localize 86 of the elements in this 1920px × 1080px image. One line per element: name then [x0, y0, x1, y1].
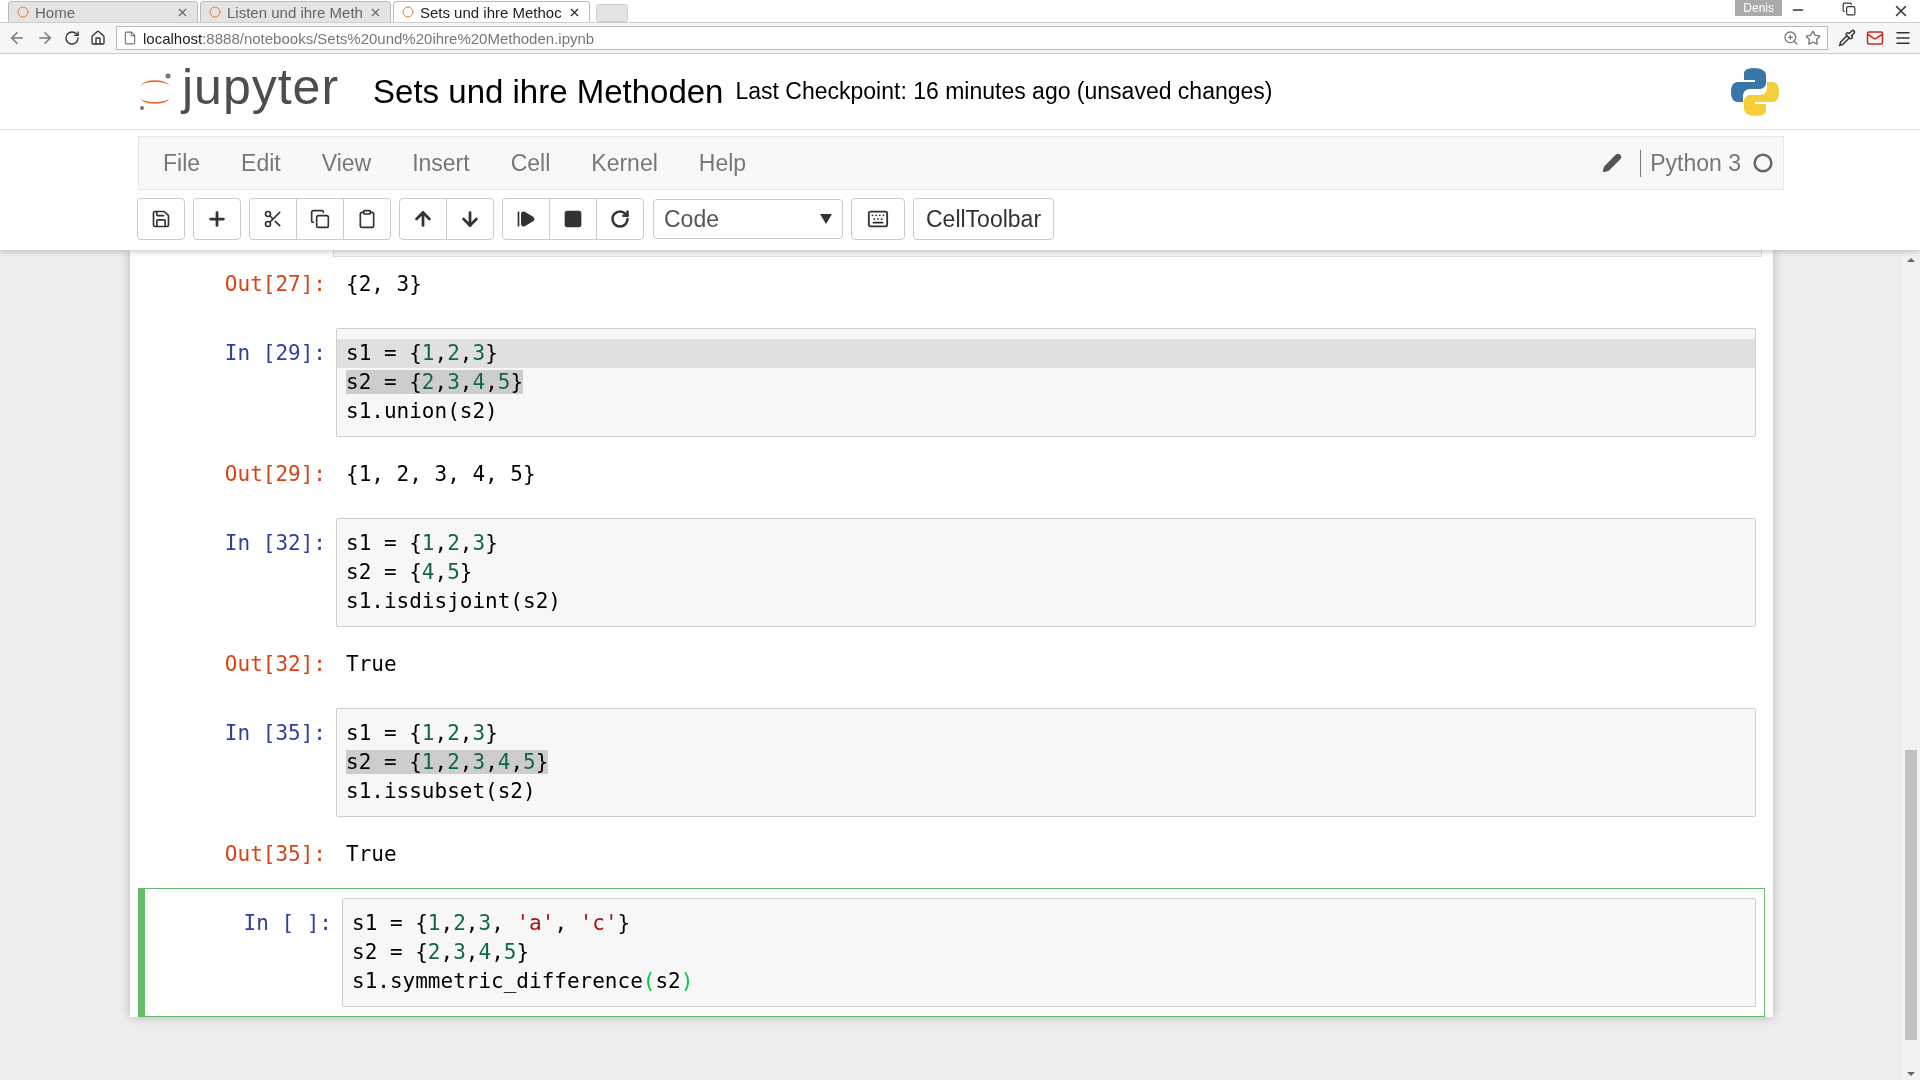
mail-icon[interactable]	[1866, 29, 1884, 47]
input-prompt: In [35]:	[223, 720, 327, 747]
checkpoint-status: Last Checkpoint: 16 minutes ago (unsaved changes)	[735, 78, 1273, 105]
code-text: s1.issubset(s2)	[346, 779, 536, 803]
restart-button[interactable]	[596, 198, 644, 240]
zoom-icon[interactable]	[1783, 30, 1799, 46]
code-editor[interactable]: s1 = {1,2,3} s2 = {4,5} s1.isdisjoint(s2)	[336, 518, 1756, 627]
pencil-icon[interactable]	[1602, 153, 1623, 173]
input-prompt: In [29]:	[223, 340, 327, 367]
menu-item[interactable]: Insert	[398, 149, 497, 177]
star-icon[interactable]	[1805, 30, 1821, 46]
code-text: s2 = {2,3,4,5}	[352, 940, 530, 964]
code-text: s1.symmetric_difference(s2)	[352, 969, 694, 993]
code-editor[interactable]: s1 = {1,2,3} s2 = {1,2,3,4,5} s1.issubset(s2)	[336, 708, 1756, 817]
copy-icon	[310, 209, 330, 229]
paste-icon	[357, 209, 377, 229]
copy-button[interactable]	[296, 198, 344, 240]
forward-icon[interactable]	[36, 29, 54, 47]
step-forward-icon	[516, 209, 536, 229]
code-cell[interactable]: In [29]: s1 = {1,2,3} s2 = {2,3,4,5} s1.union(s2)	[138, 318, 1765, 447]
kernel-name: Python 3	[1640, 149, 1741, 177]
menu-item[interactable]: View	[307, 149, 399, 177]
reload-icon[interactable]	[64, 30, 80, 46]
stop-icon	[563, 209, 583, 229]
menu-item[interactable]: Help	[684, 149, 774, 177]
browser-tab[interactable]: Sets und ihre Methoc	[392, 1, 590, 22]
jupyter-logo-text: jupyter	[182, 57, 340, 116]
output-text: True	[345, 841, 397, 868]
scissors-icon	[263, 209, 283, 229]
code-text: s1 = {1,2,3, 'a', 'c'}	[352, 911, 631, 935]
spinner-icon	[17, 6, 29, 18]
code-cell[interactable]: In [35]: s1 = {1,2,3} s2 = {1,2,3,4,5} s1.issubset(s2)	[138, 698, 1765, 827]
restart-icon	[610, 209, 630, 229]
browser-tab[interactable]: Listen und ihre Meth	[200, 1, 391, 22]
input-prompt: In [ ]:	[242, 910, 333, 937]
cell-type-dropdown[interactable]: Code	[653, 199, 843, 239]
code-editor[interactable]: s1 = {1,2,3, 'a', 'c'} s2 = {2,3,4,5} s1.symmetric_difference(s2)	[342, 898, 1756, 1007]
keyboard-button[interactable]	[851, 198, 905, 240]
browser-tab[interactable]: Home	[8, 1, 198, 22]
code-text: s1.isdisjoint(s2)	[346, 589, 561, 613]
add-cell-button[interactable]	[193, 198, 241, 240]
menu-item[interactable]: Edit	[227, 149, 308, 177]
menu-item[interactable]: File	[149, 149, 228, 177]
eyedropper-icon[interactable]	[1838, 29, 1856, 47]
menu-item[interactable]: Cell	[496, 149, 578, 177]
code-text: s1 = {1,2,3}	[346, 531, 498, 555]
code-text: s2 = {4,5}	[346, 560, 473, 584]
code-cell[interactable]: In [32]: s1 = {1,2,3} s2 = {4,5} s1.isdisjoint(s2)	[138, 508, 1765, 637]
back-icon[interactable]	[8, 29, 26, 47]
input-prompt: In [32]:	[223, 530, 327, 557]
output-prompt: Out[29]:	[223, 461, 327, 488]
code-text: s1 = {1,2,3}	[346, 721, 498, 745]
address-field[interactable]: localhost:8888/notebooks/Sets%20und%20ihre%20Methoden.ipynb	[116, 26, 1828, 50]
notebook-title[interactable]: Sets und ihre Methoden	[373, 72, 724, 111]
caret-icon	[820, 214, 832, 224]
keyboard-icon	[867, 208, 889, 230]
code-text: s1 = {1,2,3}	[346, 341, 498, 365]
save-button[interactable]	[137, 198, 185, 240]
code-editor[interactable]: s1 = {1,2,3} s2 = {2,3,4,5} s1.union(s2)	[336, 328, 1756, 437]
output-prompt: Out[27]:	[223, 271, 327, 298]
paste-button[interactable]	[343, 198, 391, 240]
celltoolbar-button[interactable]: CellToolbar	[913, 198, 1055, 240]
home-icon[interactable]	[90, 30, 106, 46]
code-text: s2 = {2,3,4,5}	[346, 370, 524, 394]
code-text: s1.union(s2)	[346, 399, 498, 423]
menu-icon[interactable]	[1894, 29, 1912, 47]
plus-icon	[206, 208, 228, 230]
move-down-button[interactable]	[446, 198, 494, 240]
run-button[interactable]	[502, 198, 550, 240]
code-cell[interactable]: In [ ]: s1 = {1,2,3, 'a', 'c'} s2 = {2,3,4,5} s1.symmetric_difference(s2)	[138, 888, 1765, 1017]
python-logo	[1730, 65, 1780, 118]
output-text: {2, 3}	[345, 271, 422, 298]
output-text: {1, 2, 3, 4, 5}	[345, 461, 536, 488]
menu-item[interactable]: Kernel	[577, 149, 685, 177]
output-prompt: Out[32]:	[223, 651, 327, 678]
output-prompt: Out[35]:	[223, 841, 327, 868]
spinner-icon	[209, 6, 221, 18]
stop-button[interactable]	[549, 198, 597, 240]
cut-button[interactable]	[249, 198, 297, 240]
output-text: True	[345, 651, 397, 678]
move-up-button[interactable]	[399, 198, 447, 240]
save-icon	[151, 209, 171, 229]
restore-icon[interactable]	[1842, 2, 1856, 16]
code-text: s2 = {1,2,3,4,5}	[346, 750, 549, 774]
page-icon	[123, 31, 137, 45]
spinner-icon	[401, 6, 414, 18]
